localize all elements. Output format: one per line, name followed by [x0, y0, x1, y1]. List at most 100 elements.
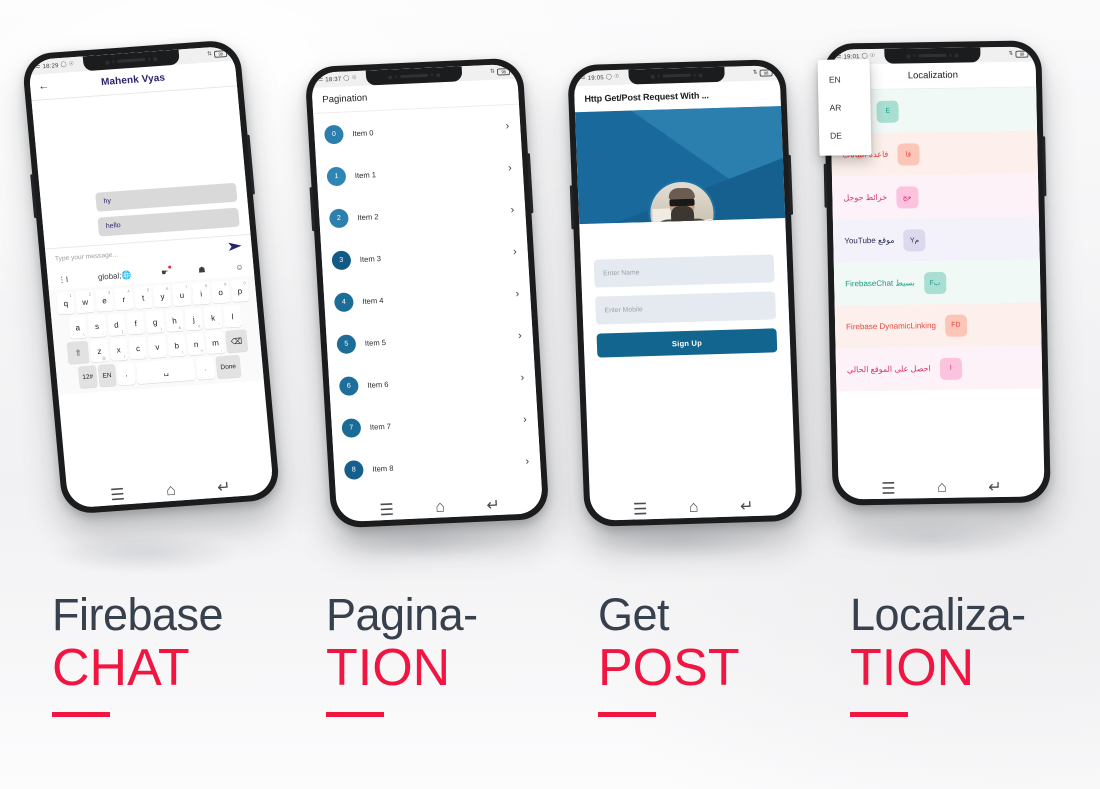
mobile-field[interactable]: Enter Mobile: [595, 291, 777, 325]
list-item-label: Item 6: [367, 379, 389, 390]
avatar[interactable]: [647, 179, 717, 225]
arrow-left-icon[interactable]: ←: [38, 80, 55, 93]
list-item-label: موقع YouTube: [844, 235, 895, 246]
sensor-dot: [431, 73, 434, 77]
key-u[interactable]: 7u: [172, 283, 192, 307]
menu-icon[interactable]: ☰: [109, 484, 126, 505]
key-t[interactable]: 5t: [133, 286, 153, 310]
phone-reflection: [836, 518, 1026, 558]
key-s[interactable]: s-: [87, 314, 107, 338]
list-item[interactable]: 8 Item 8 ›: [333, 440, 541, 491]
list-item[interactable]: FD Firebase DynamicLinking: [834, 302, 1042, 349]
language-dropdown-menu[interactable]: EN AR DE: [817, 59, 872, 156]
list-item[interactable]: خج خرائط جوجل: [831, 173, 1039, 220]
chevron-right-icon[interactable]: ›: [515, 287, 519, 299]
key-k[interactable]: k ": [203, 306, 223, 330]
chevron-right-icon[interactable]: ›: [513, 245, 517, 257]
key-c[interactable]: c,: [128, 336, 148, 360]
mute-icon: ☉: [869, 52, 876, 59]
battery-indicator: 98: [213, 50, 228, 58]
chevron-right-icon[interactable]: ›: [520, 371, 524, 383]
front-camera-icon: [153, 56, 158, 61]
key-g[interactable]: g): [145, 310, 165, 334]
done-key[interactable]: Done: [215, 354, 242, 379]
key-r[interactable]: 4r: [114, 287, 134, 311]
menu-icon[interactable]: ☰: [881, 479, 896, 499]
caption-underline: [326, 711, 384, 717]
emoji-icon[interactable]: ☺: [235, 262, 244, 272]
chevron-right-icon[interactable]: ›: [518, 329, 522, 341]
phone-screen: ☰ 19:05 ◯ ☉ ⇅ 98 Http Get/Post Request W…: [573, 65, 797, 521]
chevron-right-icon[interactable]: ›: [510, 203, 514, 215]
home-icon[interactable]: ⌂: [689, 499, 699, 517]
front-camera-icon: [436, 72, 441, 77]
period-key[interactable]: .: [195, 356, 216, 380]
list-item-label: Item 8: [372, 463, 394, 474]
hand-pointer-icon[interactable]: ☛: [161, 267, 169, 276]
bluetooth-icon: ⇅: [752, 69, 758, 76]
sensor-dot: [913, 54, 916, 58]
key-y[interactable]: 6y: [152, 284, 173, 308]
send-icon[interactable]: [228, 240, 243, 252]
key-q[interactable]: 1q: [56, 291, 76, 315]
item-number-badge: 0: [323, 124, 344, 144]
item-number-badge: 7: [341, 417, 362, 438]
dropdown-option-en[interactable]: EN: [818, 65, 871, 94]
key-p[interactable]: 0p: [230, 279, 250, 303]
comma-key[interactable]: ,: [116, 362, 137, 386]
key-m[interactable]: m;: [205, 330, 226, 355]
dropdown-option-ar[interactable]: AR: [818, 93, 871, 122]
menu-icon[interactable]: ☰: [379, 500, 395, 521]
battery-indicator: 98: [759, 69, 773, 77]
back-icon[interactable]: ↵: [740, 496, 754, 516]
space-key[interactable]: ␣: [136, 358, 196, 385]
list-item-label: Item 1: [354, 169, 377, 180]
pagination-list[interactable]: 0 Item 0 › 1 Item 1 › 2 Item 2 › 3 Item …: [313, 104, 543, 515]
backspace-key[interactable]: ⌫: [225, 329, 248, 353]
key-l[interactable]: l ': [222, 304, 243, 328]
list-item[interactable]: بF بسيط FirebaseChat: [833, 259, 1041, 306]
key-b[interactable]: b!: [167, 333, 187, 357]
chevron-right-icon[interactable]: ›: [525, 455, 529, 467]
list-item[interactable]: مY موقع YouTube: [832, 216, 1040, 263]
key-w[interactable]: 2w: [75, 290, 95, 314]
back-icon[interactable]: ↵: [988, 477, 1002, 497]
list-item[interactable]: I احصل على الموقع الحالي: [835, 345, 1043, 392]
key-x[interactable]: x /: [108, 337, 129, 362]
key-n[interactable]: n?: [186, 332, 206, 356]
home-icon[interactable]: ⌂: [435, 498, 446, 516]
key-h[interactable]: h &: [164, 308, 185, 333]
home-icon[interactable]: ⌂: [937, 479, 947, 497]
key-a[interactable]: a \: [68, 315, 88, 339]
language-badge: FD: [944, 314, 968, 337]
caption-firebase-chat: Firebase CHAT: [52, 592, 224, 717]
back-icon[interactable]: ↵: [216, 477, 231, 498]
language-key[interactable]: EN: [97, 363, 117, 387]
globe-icon[interactable]: global;🌐: [98, 270, 132, 281]
home-icon[interactable]: ⌂: [165, 482, 176, 501]
key-z[interactable]: z @: [89, 339, 109, 363]
chevron-right-icon[interactable]: ›: [523, 413, 527, 425]
on-screen-keyboard[interactable]: 1q 2w 3e 4r 5t 6y 7u 8i 9o 0p a \ s- d( f…: [48, 275, 264, 395]
chevron-right-icon[interactable]: ›: [505, 120, 509, 132]
key-d[interactable]: d(: [106, 313, 127, 337]
key-v[interactable]: v.: [147, 335, 168, 359]
name-field[interactable]: Enter Name: [593, 254, 775, 288]
sticker-icon[interactable]: ☗: [198, 265, 206, 274]
key-e[interactable]: 3e: [94, 288, 115, 312]
text-cursor-icon[interactable]: ⋮I: [57, 274, 68, 284]
shift-key[interactable]: ⇧: [66, 340, 90, 365]
dropdown-option-de[interactable]: DE: [819, 121, 872, 150]
key-o[interactable]: 9o: [210, 280, 231, 304]
chevron-right-icon[interactable]: ›: [508, 162, 512, 174]
item-number-badge: 8: [343, 459, 364, 480]
symbols-key[interactable]: 12#: [78, 365, 98, 389]
back-icon[interactable]: ↵: [486, 495, 501, 516]
key-i[interactable]: 8i: [191, 281, 211, 306]
avatar-photo-sunglasses: [668, 198, 695, 207]
menu-icon[interactable]: ☰: [633, 499, 648, 519]
signup-button[interactable]: Sign Up: [596, 328, 778, 358]
list-item-label: Item 3: [359, 253, 382, 264]
key-j[interactable]: j #: [184, 307, 204, 331]
key-f[interactable]: f:: [126, 311, 146, 335]
